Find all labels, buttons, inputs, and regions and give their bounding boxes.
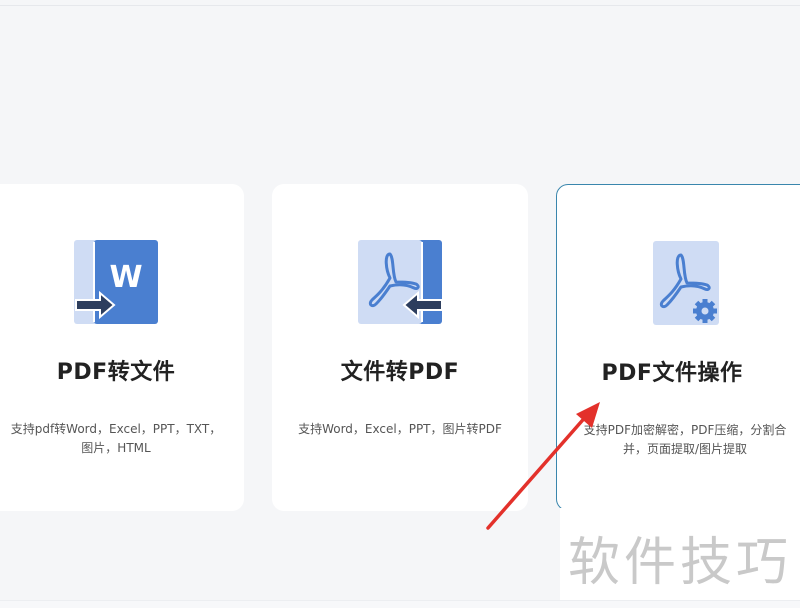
bottom-divider — [0, 600, 800, 608]
file-to-pdf-icon — [356, 240, 446, 328]
pdf-to-word-icon: W — [72, 240, 162, 328]
card-pdf-to-file[interactable]: W PDF转文件 支持pdf转Word，Excel，PPT，TXT，图片，HTM… — [0, 184, 244, 511]
card-description: 支持PDF加密解密，PDF压缩，分割合并，页面提取/图片提取 — [583, 423, 787, 456]
watermark-text: 软件技巧 — [568, 533, 793, 593]
svg-text:W: W — [109, 260, 142, 295]
watermark: 软件技巧 — [560, 508, 800, 600]
card-title: PDF转文件 — [56, 360, 176, 385]
card-title: 文件转PDF — [340, 360, 460, 385]
card-description: 支持pdf转Word，Excel，PPT，TXT，图片，HTML — [10, 422, 222, 455]
card-title: PDF文件操作 — [601, 361, 743, 386]
top-divider — [0, 0, 800, 6]
pdf-settings-icon — [651, 241, 741, 329]
